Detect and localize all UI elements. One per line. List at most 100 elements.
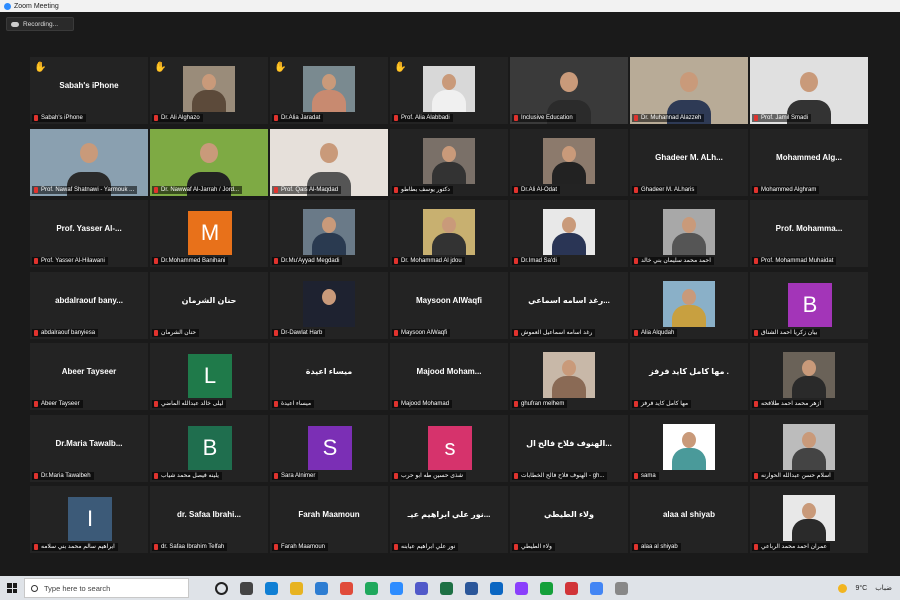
participant-video — [183, 66, 235, 112]
participant-tile[interactable]: Inclusive Education — [510, 57, 628, 124]
participant-tile[interactable]: Sabah's iPhone ✋ Sabah's iPhone — [30, 57, 148, 124]
taskbar-app-icon[interactable] — [565, 581, 578, 595]
participant-name-label: نور علي ابراهيم عيابنه — [392, 543, 459, 551]
taskbar-app-icon[interactable] — [490, 581, 503, 595]
window-title: Zoom Meeting — [14, 2, 59, 10]
participant-tile[interactable]: sama — [630, 414, 748, 482]
participant-tile[interactable]: ✋ Dr.Alia Jaradat — [270, 57, 388, 124]
participant-name-label: Prof. Nawaf Shatnawi - Yarmouk ... — [32, 185, 138, 194]
participant-tile[interactable]: Majood Moham... Majood Mohamad — [390, 343, 508, 410]
participant-tile[interactable]: Alia Alqudah — [630, 271, 748, 339]
participant-tile[interactable]: L ليلى خالد عبدالله الماضي — [150, 343, 268, 410]
participant-tile[interactable]: Prof. Jamil Smadi — [750, 57, 868, 124]
participant-avatar: M — [188, 211, 232, 255]
participant-video — [543, 137, 595, 184]
participant-video — [423, 209, 475, 255]
participant-tile[interactable]: Dr-Dawlat Harb — [270, 271, 388, 339]
raised-hand-icon: ✋ — [394, 62, 407, 73]
participant-tile[interactable]: S Sara Alnimer — [270, 414, 388, 482]
participant-tile[interactable]: Dr.Mu'Ayyad Megdadi — [270, 200, 388, 267]
participant-tile[interactable]: ازهر محمد احمد طلافحه — [750, 343, 868, 410]
participant-tile[interactable]: Dr.Maria Tawalb... Dr.Maria Tawalbeh — [30, 414, 148, 482]
participant-tile[interactable]: Dr.Ali Al-Odat — [510, 128, 628, 196]
participant-name-label: Prof. Qais Al-Maqdad — [272, 185, 342, 194]
participant-tile[interactable]: s شذى حسين طه ابو حرب — [390, 414, 508, 482]
participant-name-label: دكتور يوسف بطاطو — [392, 185, 453, 194]
taskbar-app-icon[interactable] — [390, 581, 403, 595]
taskbar-app-icon[interactable] — [315, 581, 328, 595]
search-placeholder: Type here to search — [44, 583, 111, 593]
participant-tile[interactable]: Dr. Mohammad Al jdou — [390, 200, 508, 267]
participant-tile[interactable]: اسلام حسن عبدالله الحوارنه — [750, 414, 868, 482]
taskbar-app-icon[interactable] — [215, 581, 228, 595]
participant-tile[interactable]: Prof. Nawaf Shatnawi - Yarmouk ... — [30, 128, 148, 196]
recording-indicator[interactable]: Recording... — [6, 17, 74, 31]
participant-tile[interactable]: ولاء الطيطي ولاء الطيطي — [510, 486, 628, 553]
taskbar-app-icon[interactable] — [265, 581, 278, 595]
participant-tile[interactable]: Ghadeer M. ALh... Ghadeer M. ALharis — [630, 128, 748, 196]
participant-name-label: Farah Maamoun — [272, 543, 329, 551]
participant-display-name: حنان الشرمان — [181, 295, 237, 305]
taskbar-app-icon[interactable] — [340, 581, 353, 595]
participant-tile[interactable]: عمران احمد محمد الرباعي — [750, 486, 868, 553]
windows-taskbar: Type here to search 9°C ضباب — [0, 576, 900, 600]
participant-tile[interactable]: Farah Maamoun Farah Maamoun — [270, 486, 388, 553]
participant-tile[interactable]: B يلينه فيصل محمد شياب — [150, 414, 268, 482]
participant-tile[interactable]: نور علي ابراهيم عيـ... نور علي ابراهيم عي… — [390, 486, 508, 553]
participant-tile[interactable]: abdalraouf bany... abdalraouf banyiesa — [30, 271, 148, 339]
participant-tile[interactable]: ✋ Prof. Alia Alabbadi — [390, 57, 508, 124]
participant-tile[interactable]: I ابراهيم سالم محمد بني سلامه — [30, 486, 148, 553]
participant-name-label: Dr.Mu'Ayyad Megdadi — [272, 257, 343, 265]
participant-tile[interactable]: ميساء اعيدة ميساء اعيدة — [270, 343, 388, 410]
start-button[interactable] — [0, 576, 24, 600]
taskbar-app-icon[interactable] — [365, 581, 378, 595]
participant-tile[interactable]: dr. Safaa Ibrahi... dr. Safaa Ibrahim Tel… — [150, 486, 268, 553]
taskbar-app-icon[interactable] — [540, 581, 553, 595]
participant-video — [303, 280, 355, 327]
participant-name-label: Dr. Mohammad Al jdou — [392, 257, 465, 265]
taskbar-app-icon[interactable] — [615, 581, 628, 595]
participant-tile[interactable]: Prof. Yasser Al-... Prof. Yasser Al-Hilaw… — [30, 200, 148, 267]
participant-tile[interactable]: Maysoon AlWaqfi Maysoon AlWaqfi — [390, 271, 508, 339]
participant-tile[interactable]: Prof. Mohamma... Prof. Mohammad Muhaidat — [750, 200, 868, 267]
participant-tile[interactable]: حنان الشرمان حنان الشرمان — [150, 271, 268, 339]
participant-video — [423, 137, 475, 184]
participant-tile[interactable]: Dr. Nawwaf Al-Jarrah / Jord... — [150, 128, 268, 196]
participant-name-label: Dr.Imad Sa'di — [512, 257, 560, 265]
participant-tile[interactable]: Prof. Qais Al-Maqdad — [270, 128, 388, 196]
participant-tile[interactable]: Abeer Tayseer Abeer Tayseer — [30, 343, 148, 410]
participant-tile[interactable]: مها كامل كايد فرفز . مها كامل كايد فرفز — [630, 343, 748, 410]
participant-name-label: Dr. Ali Alghazo — [152, 114, 203, 122]
participant-tile[interactable]: alaa al shiyab alaa al shiyab — [630, 486, 748, 553]
participant-display-name: ميساء اعيدة — [305, 367, 353, 376]
zoom-icon — [4, 2, 11, 10]
taskbar-app-icon[interactable] — [515, 581, 528, 595]
participant-tile[interactable]: رغد اسامه اسماعي... رغد اسامه اسماعيل الع… — [510, 271, 628, 339]
participant-name-label: حنان الشرمان — [152, 328, 200, 337]
taskbar-app-icon[interactable] — [590, 581, 603, 595]
participant-tile[interactable]: الهنوف فلاح فالح ال... الهنوف فلاح فالح ا… — [510, 414, 628, 482]
participant-tile[interactable]: Dr.Imad Sa'di — [510, 200, 628, 267]
taskbar-app-icon[interactable] — [290, 581, 303, 595]
participant-display-name: مها كامل كايد فرفز . — [649, 367, 729, 376]
participant-display-name: رغد اسامه اسماعي... — [528, 295, 610, 305]
participant-tile[interactable]: B بيان زكريا احمد الشناق — [750, 271, 868, 339]
taskbar-app-icon[interactable] — [465, 581, 478, 595]
taskbar-search[interactable]: Type here to search — [24, 578, 189, 598]
participant-avatar: s — [428, 425, 472, 470]
participant-tile[interactable]: دكتور يوسف بطاطو — [390, 128, 508, 196]
window-titlebar: Zoom Meeting — [0, 0, 900, 12]
participant-display-name: alaa al shiyab — [662, 510, 716, 519]
participant-video — [663, 423, 715, 470]
taskbar-app-icon[interactable] — [415, 581, 428, 595]
participant-tile[interactable]: M Dr.Mohammed Banihani — [150, 200, 268, 267]
participant-tile[interactable]: ✋ Dr. Ali Alghazo — [150, 57, 268, 124]
participant-tile[interactable]: Dr. Muhannad Alazzeh — [630, 57, 748, 124]
participant-name-label: ghufran melhem — [512, 400, 568, 408]
participant-tile[interactable]: احمد محمد سليمان بني خالد — [630, 200, 748, 267]
raised-hand-icon: ✋ — [274, 62, 287, 73]
taskbar-app-icon[interactable] — [240, 581, 253, 595]
taskbar-app-icon[interactable] — [440, 581, 453, 595]
participant-tile[interactable]: ghufran melhem — [510, 343, 628, 410]
participant-tile[interactable]: Mohammed Alg... Mohammed Alghram — [750, 128, 868, 196]
